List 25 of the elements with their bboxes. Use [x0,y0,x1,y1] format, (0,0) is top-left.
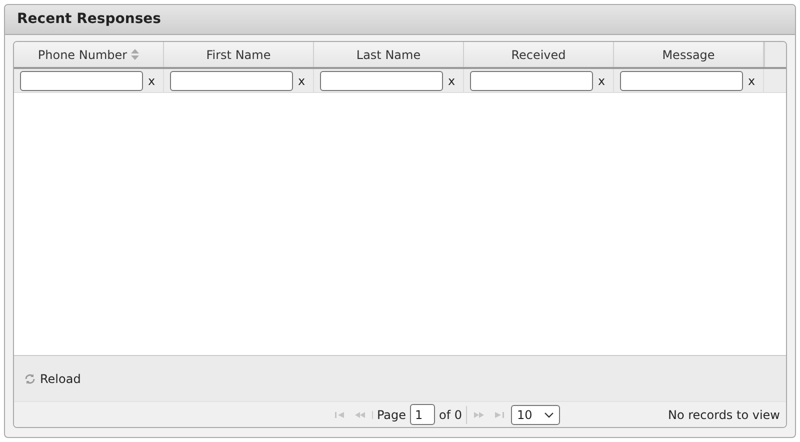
filter-input[interactable] [470,70,593,90]
column-header[interactable]: Message [614,42,764,67]
column-header[interactable]: Last Name [314,42,464,67]
panel-title: Recent Responses [17,10,161,29]
column-header[interactable]: Phone Number [14,42,164,67]
clear-filter-button[interactable]: x [747,74,756,86]
clear-filter-button[interactable]: x [297,74,306,86]
records-status: No records to view [668,406,780,424]
filter-input[interactable] [20,70,143,90]
reload-button[interactable]: Reload [24,370,81,388]
chevron-down-icon [544,412,554,418]
column-header[interactable]: Received [464,42,614,67]
page-input[interactable]: 1 [410,404,436,425]
page-count: of 0 [439,406,468,424]
clear-filter-button[interactable]: x [147,74,156,86]
filter-input[interactable] [620,70,743,90]
reload-icon [24,372,36,384]
page-label: Page [376,406,406,424]
sort-icon [131,49,140,60]
column-header[interactable]: First Name [164,42,314,67]
page-size-select[interactable]: 10 [511,404,560,424]
filter-input[interactable] [170,70,293,90]
clear-filter-button[interactable]: x [447,74,456,86]
filter-input[interactable] [320,70,443,90]
clear-filter-button[interactable]: x [597,74,606,86]
